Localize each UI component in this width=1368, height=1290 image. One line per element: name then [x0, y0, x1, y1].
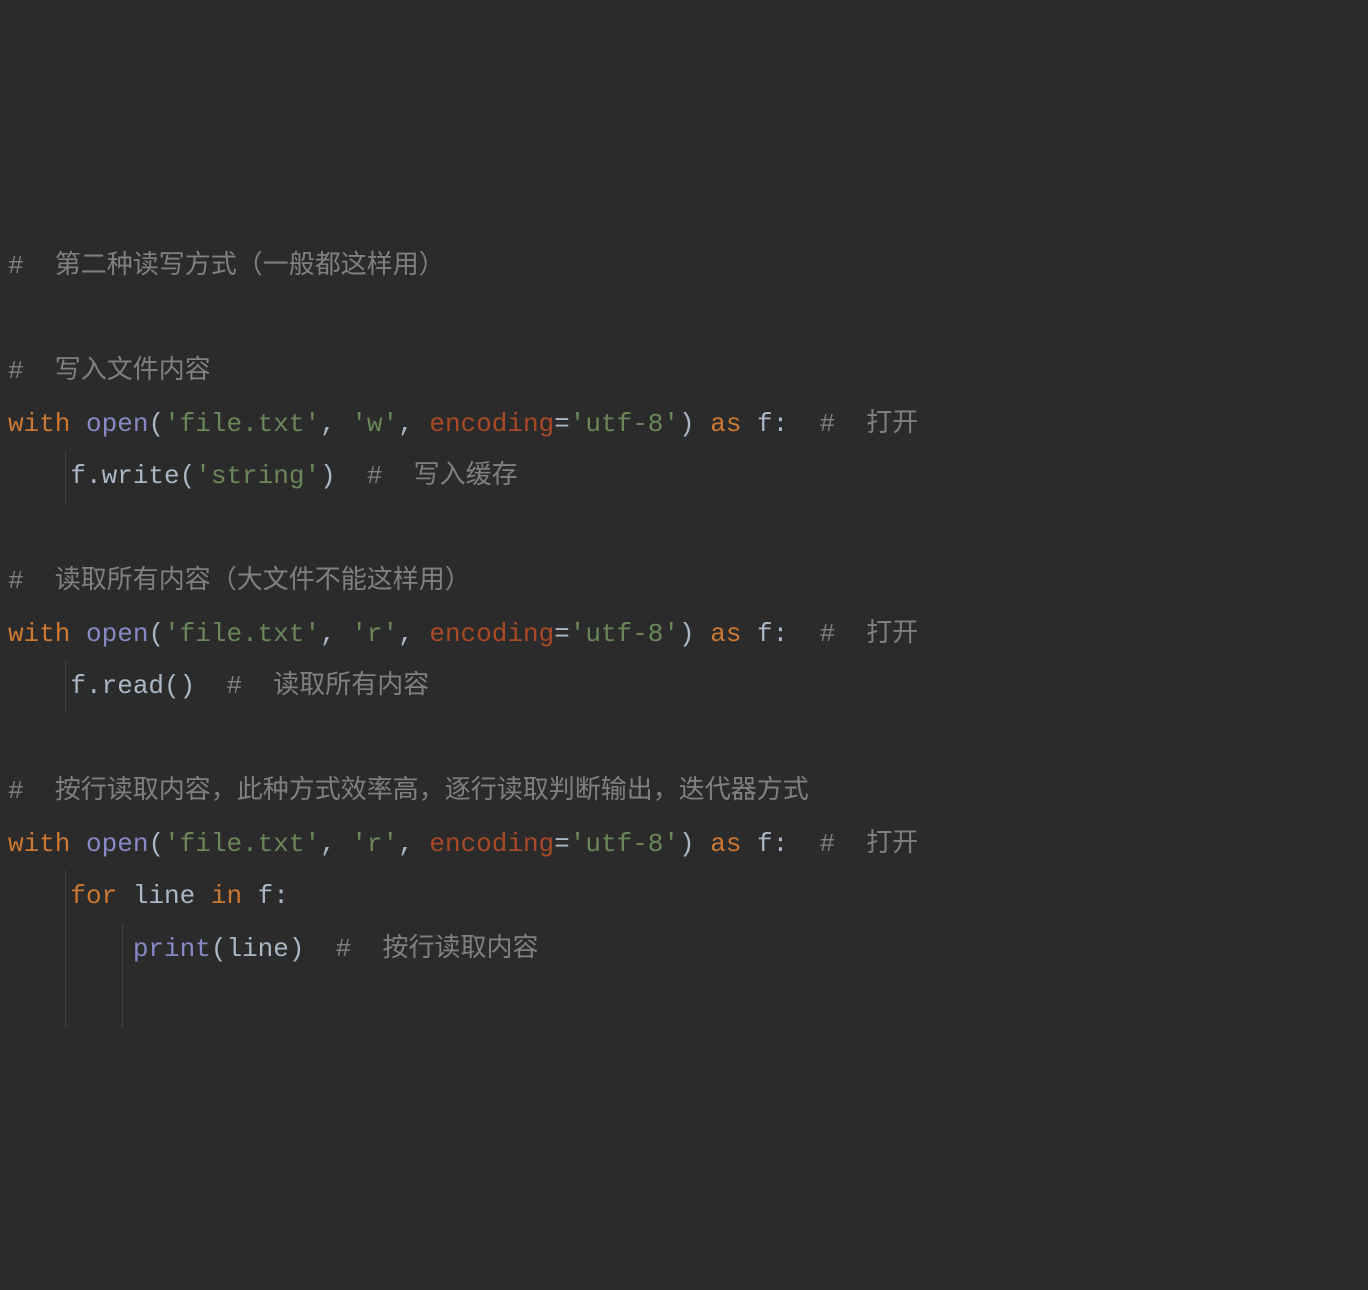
- indent-guide: [65, 870, 66, 923]
- token-punct: [8, 881, 70, 911]
- token-punct: [70, 409, 86, 439]
- token-punct: ): [320, 461, 367, 491]
- token-punct: [8, 986, 133, 1016]
- indent-guide: [122, 975, 123, 1028]
- token-string: 'file.txt': [164, 409, 320, 439]
- token-punct: =: [554, 829, 570, 859]
- code-line[interactable]: f.read() # 读取所有内容: [8, 660, 1368, 713]
- token-keyword: for: [70, 881, 117, 911]
- token-comment: # 读取所有内容: [226, 671, 429, 701]
- token-keyword: as: [710, 829, 741, 859]
- token-punct: (: [148, 409, 164, 439]
- token-string: 'w': [351, 409, 398, 439]
- token-punct: ,: [398, 829, 429, 859]
- indent-guide: [65, 660, 66, 713]
- token-punct: ,: [320, 409, 351, 439]
- indent-guide: [65, 450, 66, 503]
- token-punct: (: [148, 829, 164, 859]
- token-string: 'string': [195, 461, 320, 491]
- token-keyword: as: [710, 409, 741, 439]
- code-line[interactable]: [8, 293, 1368, 346]
- token-string: 'r': [351, 829, 398, 859]
- token-keyword: with: [8, 829, 70, 859]
- code-line[interactable]: f.write('string') # 写入缓存: [8, 450, 1368, 503]
- token-comment: # 写入缓存: [367, 461, 518, 491]
- token-punct: =: [554, 409, 570, 439]
- token-comment: # 打开: [819, 409, 918, 439]
- token-punct: f.read(): [8, 671, 226, 701]
- code-line[interactable]: # 读取所有内容（大文件不能这样用）: [8, 555, 1368, 608]
- token-punct: f.write(: [8, 461, 195, 491]
- token-punct: ,: [320, 829, 351, 859]
- token-keyword: as: [710, 619, 741, 649]
- token-builtin: open: [86, 619, 148, 649]
- token-punct: [8, 934, 133, 964]
- code-line[interactable]: with open('file.txt', 'w', encoding='utf…: [8, 398, 1368, 451]
- token-punct: [70, 829, 86, 859]
- token-comment: # 第二种读写方式（一般都这样用）: [8, 251, 445, 281]
- token-comment: # 打开: [819, 619, 918, 649]
- token-comment: # 打开: [819, 829, 918, 859]
- indent-guide: [122, 923, 123, 976]
- token-punct: f:: [741, 619, 819, 649]
- token-punct: f:: [242, 881, 289, 911]
- token-punct: ,: [398, 409, 429, 439]
- token-param: encoding: [429, 619, 554, 649]
- code-line[interactable]: [8, 975, 1368, 1028]
- token-punct: ): [679, 619, 710, 649]
- code-line[interactable]: # 第二种读写方式（一般都这样用）: [8, 240, 1368, 293]
- code-line[interactable]: with open('file.txt', 'r', encoding='utf…: [8, 818, 1368, 871]
- token-comment: # 读取所有内容（大文件不能这样用）: [8, 566, 471, 596]
- code-line[interactable]: # 写入文件内容: [8, 345, 1368, 398]
- code-editor[interactable]: # 第二种读写方式（一般都这样用） # 写入文件内容with open('fil…: [8, 240, 1368, 1028]
- code-line[interactable]: # 按行读取内容，此种方式效率高，逐行读取判断输出，迭代器方式: [8, 765, 1368, 818]
- token-comment: # 写入文件内容: [8, 356, 211, 386]
- token-keyword: with: [8, 409, 70, 439]
- token-param: encoding: [429, 829, 554, 859]
- token-string: 'utf-8': [570, 829, 679, 859]
- token-punct: line: [117, 881, 211, 911]
- token-punct: (line): [211, 934, 336, 964]
- code-line[interactable]: [8, 503, 1368, 556]
- token-builtin: open: [86, 829, 148, 859]
- token-comment: # 按行读取内容: [336, 934, 539, 964]
- token-comment: # 按行读取内容，此种方式效率高，逐行读取判断输出，迭代器方式: [8, 776, 809, 806]
- token-keyword: with: [8, 619, 70, 649]
- token-punct: (: [148, 619, 164, 649]
- token-punct: ,: [398, 619, 429, 649]
- indent-guide: [65, 975, 66, 1028]
- token-param: encoding: [429, 409, 554, 439]
- token-builtin: open: [86, 409, 148, 439]
- token-punct: ): [679, 409, 710, 439]
- token-string: 'utf-8': [570, 409, 679, 439]
- token-string: 'file.txt': [164, 619, 320, 649]
- code-line[interactable]: for line in f:: [8, 870, 1368, 923]
- token-punct: f:: [741, 829, 819, 859]
- token-string: 'r': [351, 619, 398, 649]
- token-punct: ,: [320, 619, 351, 649]
- token-string: 'file.txt': [164, 829, 320, 859]
- code-line[interactable]: [8, 713, 1368, 766]
- indent-guide: [65, 923, 66, 976]
- token-string: 'utf-8': [570, 619, 679, 649]
- code-line[interactable]: print(line) # 按行读取内容: [8, 923, 1368, 976]
- token-punct: f:: [741, 409, 819, 439]
- token-punct: [70, 619, 86, 649]
- token-punct: =: [554, 619, 570, 649]
- code-line[interactable]: with open('file.txt', 'r', encoding='utf…: [8, 608, 1368, 661]
- token-keyword: in: [211, 881, 242, 911]
- token-punct: ): [679, 829, 710, 859]
- token-builtin: print: [133, 934, 211, 964]
